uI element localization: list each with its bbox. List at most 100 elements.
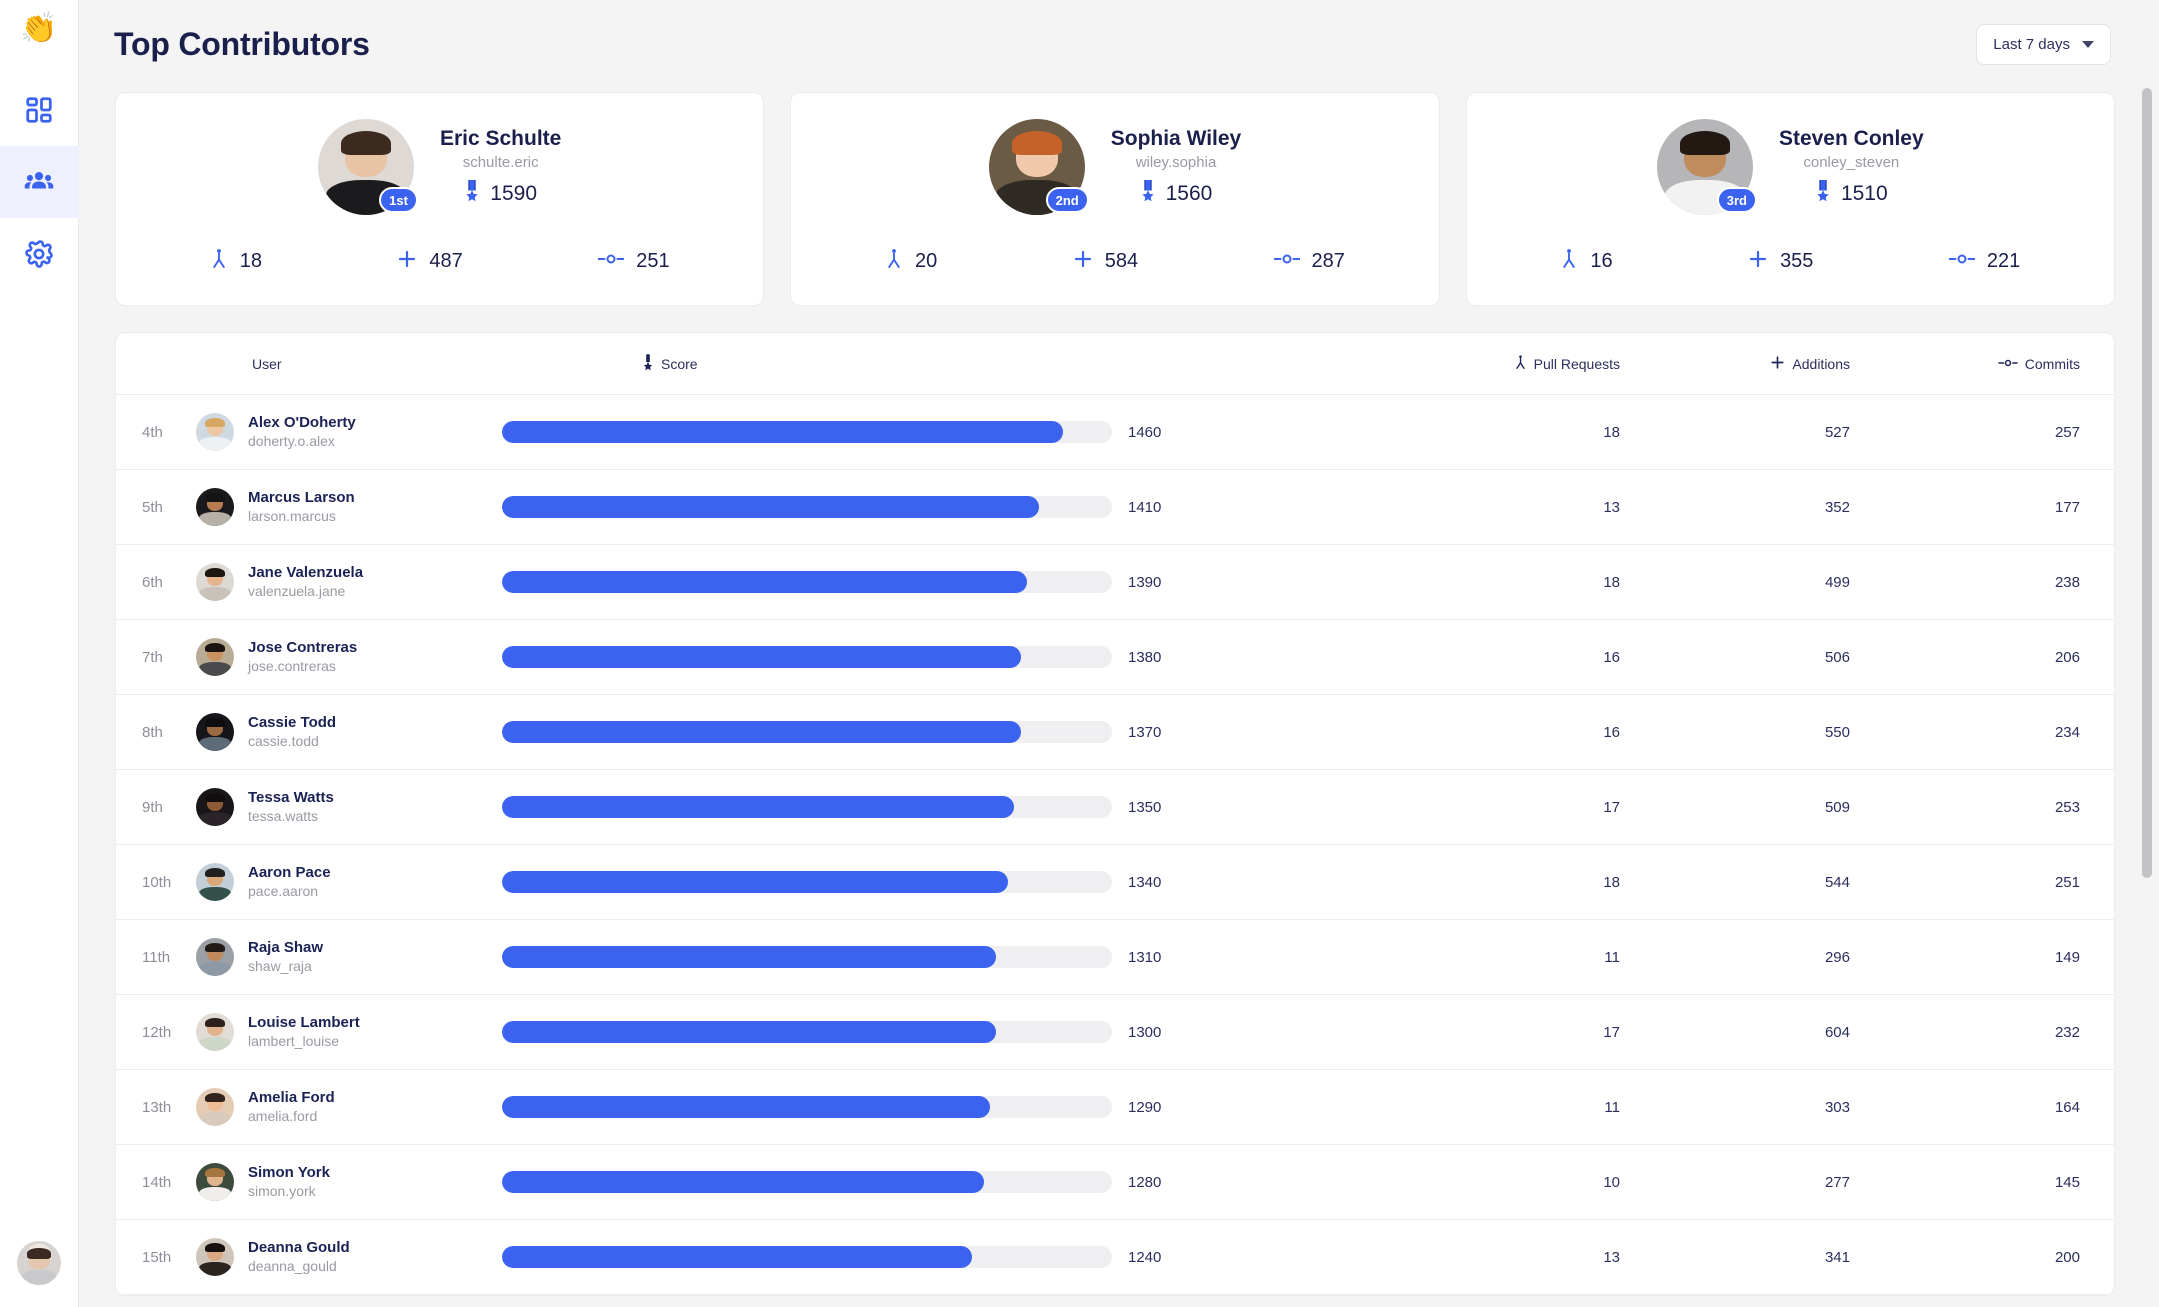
row-rank: 11th	[142, 948, 171, 966]
row-additions: 296	[1824, 948, 1850, 966]
row-user-name: Louise Lambert	[248, 1013, 360, 1031]
avatar	[196, 713, 234, 751]
podium-card-info: Eric Schulte schulte.eric 1590	[440, 127, 561, 207]
row-user-handle: tessa.watts	[248, 808, 319, 825]
podium-card[interactable]: 3rd Steven Conley conley_steven 1510 16 …	[1465, 92, 2115, 306]
row-score-value: 1460	[1128, 423, 1162, 441]
date-range-select[interactable]: Last 7 days	[1976, 23, 2111, 65]
score-group: 1510	[1815, 180, 1888, 207]
row-user-name: Amelia Ford	[248, 1088, 335, 1106]
row-user-name: Marcus Larson	[248, 488, 355, 506]
avatar	[196, 938, 234, 976]
sidebar-item-settings[interactable]	[0, 218, 79, 290]
row-commits: 238	[2054, 573, 2080, 591]
table-row[interactable]: 15th Deanna Gould deanna_gould 1240 13 341 200	[116, 1220, 2114, 1295]
table-row[interactable]: 7th Jose Contreras jose.contreras 1380 16 506…	[116, 620, 2114, 695]
table-header-pull-requests: Pull Requests	[1390, 354, 1620, 374]
score-group: 1590	[464, 180, 537, 207]
avatar	[196, 1238, 234, 1276]
score-bar-fill	[502, 1021, 997, 1043]
row-score: 1290	[496, 1096, 1390, 1118]
table-row[interactable]: 6th Jane Valenzuela valenzuela.jane 1390 18 4…	[116, 545, 2114, 620]
row-user-text: Louise Lambert lambert_louise	[248, 1014, 360, 1051]
avatar-body	[199, 662, 231, 676]
row-user-text: Jane Valenzuela valenzuela.jane	[248, 564, 363, 601]
contributor-handle: schulte.eric	[462, 154, 539, 171]
row-additions: 303	[1824, 1098, 1850, 1116]
stat-value: 487	[429, 250, 463, 272]
avatar-hair	[341, 130, 391, 156]
score-value: 1560	[1165, 181, 1213, 205]
score-bar-fill	[502, 721, 1021, 743]
table-row[interactable]: 9th Tessa Watts tessa.watts 1350 17 509 253	[116, 770, 2114, 845]
row-commits: 206	[2054, 648, 2080, 666]
row-score: 1240	[496, 1246, 1390, 1268]
row-user-handle: deanna_gould	[248, 1258, 337, 1275]
sidebar-item-contributors[interactable]	[0, 146, 79, 218]
row-user: Simon York simon.york	[196, 1163, 496, 1201]
commit-icon	[1998, 356, 2018, 372]
table-row[interactable]: 5th Marcus Larson larson.marcus 1410 13 352 17…	[116, 470, 2114, 545]
current-user-avatar[interactable]	[17, 1241, 61, 1285]
page-scrollbar[interactable]	[2141, 0, 2153, 1307]
score-bar-track	[502, 796, 1112, 818]
avatar-body	[199, 887, 231, 901]
scrollbar-thumb[interactable]	[2142, 88, 2152, 878]
avatar: 1st	[317, 119, 418, 215]
table-row[interactable]: 8th Cassie Todd cassie.todd 1370 16 550 234	[116, 695, 2114, 770]
podium-card[interactable]: 2nd Sophia Wiley wiley.sophia 1560 20 58…	[790, 92, 1440, 306]
row-pull-requests: 17	[1603, 798, 1620, 816]
row-user-handle: shaw_raja	[248, 958, 312, 975]
score-bar-fill	[502, 1246, 972, 1268]
score-group: 1560	[1140, 180, 1213, 207]
table-row[interactable]: 12th Louise Lambert lambert_louise 1300 17 60…	[116, 995, 2114, 1070]
row-user: Cassie Todd cassie.todd	[196, 713, 496, 751]
row-score: 1280	[496, 1171, 1390, 1193]
row-user-name: Tessa Watts	[248, 788, 334, 806]
table-header-score: Score	[496, 353, 1390, 374]
avatar-body	[199, 512, 231, 526]
stat-value: 584	[1104, 250, 1139, 272]
table-row[interactable]: 13th Amelia Ford amelia.ford 1290 11 303 164	[116, 1070, 2114, 1145]
table-row[interactable]: 10th Aaron Pace pace.aaron 1340 18 544 251	[116, 845, 2114, 920]
plus-icon	[1073, 249, 1093, 274]
pull-request-icon	[210, 248, 228, 275]
row-additions: 544	[1824, 873, 1850, 891]
avatar: 2nd	[988, 119, 1089, 215]
score-bar-fill	[502, 871, 1009, 893]
table-header-score-label: Score	[661, 355, 698, 372]
stat-additions: 584	[1073, 249, 1138, 274]
stat-value: 16	[1590, 250, 1613, 272]
table-row[interactable]: 14th Simon York simon.york 1280 10 277 145	[116, 1145, 2114, 1220]
plus-icon	[1770, 355, 1785, 373]
avatar-body	[199, 1112, 231, 1126]
avatar	[196, 413, 234, 451]
score-bar-fill	[502, 946, 997, 968]
avatar-hair	[27, 1248, 51, 1259]
row-score-value: 1410	[1128, 498, 1162, 516]
score-bar-fill	[502, 1171, 984, 1193]
main-content: Top Contributors Last 7 days 1st Eric Sc…	[79, 0, 2159, 1307]
row-pull-requests: 10	[1603, 1173, 1620, 1191]
row-rank: 12th	[142, 1023, 172, 1041]
row-user-text: Cassie Todd cassie.todd	[248, 714, 336, 751]
row-user: Jane Valenzuela valenzuela.jane	[196, 563, 496, 601]
table-row[interactable]: 11th Raja Shaw shaw_raja 1310 11 296 149	[116, 920, 2114, 995]
avatar-hair	[1679, 130, 1730, 156]
stat-commits: 221	[1948, 250, 2020, 273]
table-row[interactable]: 4th Alex O'Doherty doherty.o.alex 1460 18 527…	[116, 395, 2114, 470]
stat-commits: 251	[597, 250, 670, 273]
stat-additions: 355	[1748, 249, 1813, 274]
row-commits: 257	[2054, 423, 2080, 441]
avatar-hair	[205, 1242, 225, 1253]
row-score-value: 1380	[1128, 648, 1162, 666]
sidebar-item-dashboard[interactable]	[0, 74, 79, 146]
table-header-pull-requests-label: Pull Requests	[1533, 355, 1620, 372]
row-rank: 9th	[142, 798, 163, 816]
row-score: 1460	[496, 421, 1390, 443]
row-user: Amelia Ford amelia.ford	[196, 1088, 496, 1126]
podium-card[interactable]: 1st Eric Schulte schulte.eric 1590 18 48…	[115, 92, 765, 306]
avatar-body	[199, 812, 231, 826]
row-rank: 13th	[142, 1098, 172, 1116]
score-bar-track	[502, 1021, 1112, 1043]
